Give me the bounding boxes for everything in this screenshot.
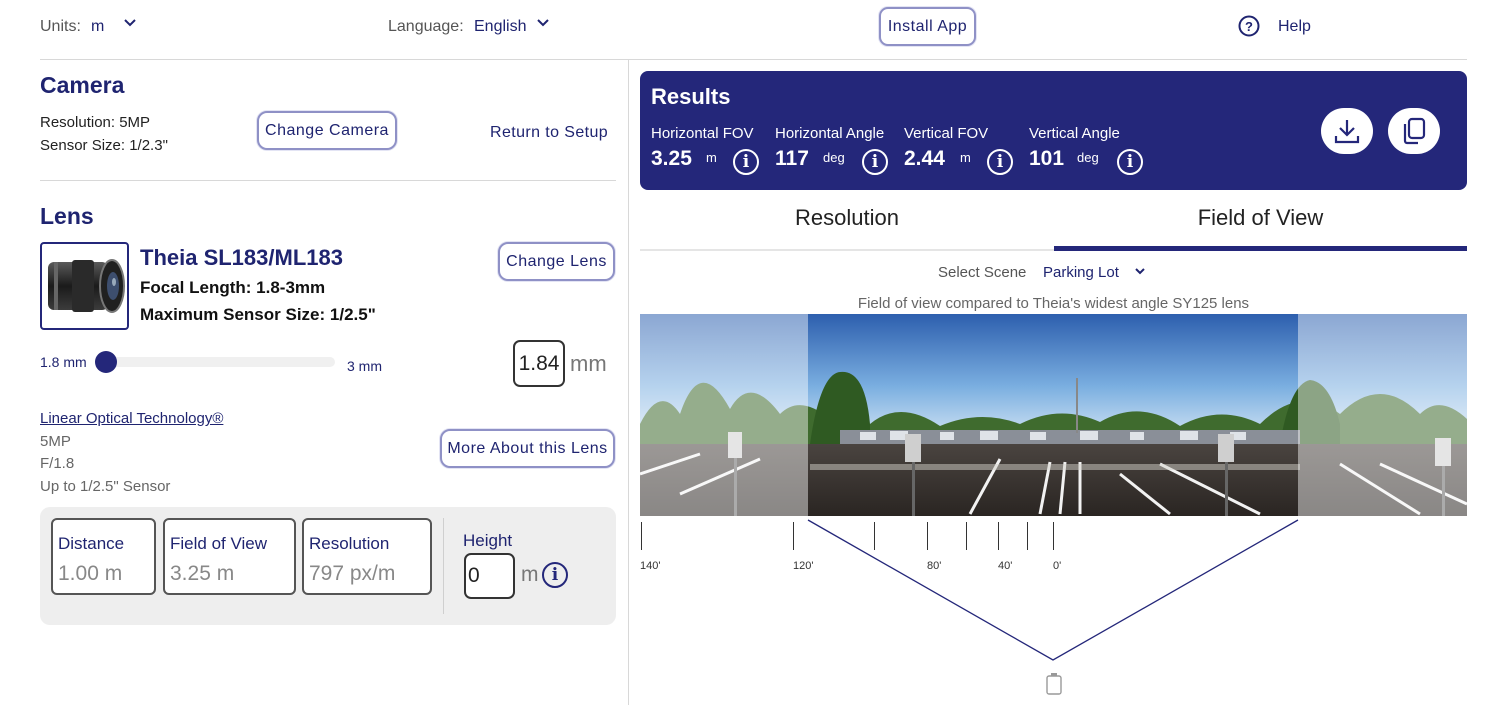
units-label: Units: <box>40 18 81 35</box>
tab-active-indicator <box>1054 246 1467 251</box>
slider-max-label: 3 mm <box>347 358 382 374</box>
chevron-down-icon[interactable] <box>123 15 137 34</box>
svg-text:?: ? <box>1245 19 1253 34</box>
distance-ruler: 140' 120' 80' 40' 0' <box>640 516 1467 705</box>
chevron-down-icon[interactable] <box>1133 264 1147 283</box>
lens-spec-aperture: F/1.8 <box>40 455 75 472</box>
slider-min-label: 1.8 mm <box>40 354 87 370</box>
horizontal-fov-label: Horizontal FOV <box>651 125 754 142</box>
vertical-angle-unit: deg <box>1077 150 1099 165</box>
install-app-button[interactable]: Install App <box>879 7 976 46</box>
stats-divider <box>443 518 444 614</box>
change-camera-button[interactable]: Change Camera <box>257 111 397 150</box>
scene-caption: Field of view compared to Theia's widest… <box>857 295 1250 312</box>
tab-underline <box>640 249 1054 251</box>
horizontal-fov-value: 3.25 <box>651 147 692 170</box>
language-label: Language: <box>388 18 464 35</box>
lens-spec-resolution: 5MP <box>40 433 71 450</box>
resolution-value: 797 px/m <box>309 562 396 585</box>
scene-image <box>640 314 1467 516</box>
units-value: m <box>91 18 105 35</box>
help-icon[interactable]: ? <box>1238 15 1260 42</box>
lens-focal-length: Focal Length: 1.8-3mm <box>140 278 326 297</box>
focal-length-unit: mm <box>570 351 607 376</box>
horizontal-fov-unit: m <box>706 150 717 165</box>
results-title: Results <box>651 84 731 109</box>
info-icon[interactable]: i <box>542 562 568 588</box>
height-unit: m <box>521 563 539 586</box>
distance-box[interactable]: Distance 1.00 m <box>51 518 156 595</box>
tab-resolution[interactable]: Resolution <box>640 205 1054 231</box>
scene-select[interactable]: Parking Lot <box>1043 264 1119 281</box>
horizontal-angle-label: Horizontal Angle <box>775 125 885 142</box>
field-of-view-value: 3.25 m <box>170 562 235 585</box>
vertical-fov-value: 2.44 <box>904 147 945 170</box>
vertical-fov-unit: m <box>960 150 971 165</box>
field-of-view-label: Field of View <box>170 534 268 553</box>
lens-name: Theia SL183/ML183 <box>140 245 343 270</box>
results-panel: Results Horizontal FOV 3.25 m i Horizont… <box>640 71 1467 190</box>
lens-max-sensor: Maximum Sensor Size: 1/2.5" <box>140 305 376 324</box>
units-select[interactable]: m <box>91 18 104 36</box>
return-to-setup-link[interactable]: Return to Setup <box>490 124 608 142</box>
focal-length-slider[interactable] <box>95 351 335 373</box>
focal-length-input[interactable]: 1.84 <box>513 340 565 387</box>
chevron-down-icon[interactable] <box>536 15 550 34</box>
more-about-lens-button[interactable]: More About this Lens <box>440 429 615 468</box>
horizontal-angle-value: 117 <box>775 147 809 170</box>
info-icon[interactable]: i <box>987 149 1013 175</box>
camera-heading: Camera <box>40 72 125 98</box>
vertical-angle-label: Vertical Angle <box>1029 125 1120 142</box>
linear-optical-technology-link[interactable]: Linear Optical Technology® <box>40 410 223 427</box>
resolution-box[interactable]: Resolution 797 px/m <box>302 518 432 595</box>
info-icon[interactable]: i <box>733 149 759 175</box>
copy-icon <box>1403 117 1426 145</box>
help-link[interactable]: Help <box>1278 18 1311 36</box>
select-scene-label: Select Scene <box>938 264 1027 281</box>
copy-button[interactable] <box>1388 108 1440 154</box>
camera-icon <box>1046 673 1062 695</box>
download-button[interactable] <box>1321 108 1373 154</box>
slider-handle[interactable] <box>95 351 117 373</box>
distance-value: 1.00 m <box>58 562 123 585</box>
lens-image <box>40 242 129 330</box>
field-of-view-box[interactable]: Field of View 3.25 m <box>163 518 296 595</box>
language-select[interactable]: English <box>474 18 526 36</box>
camera-divider <box>40 180 616 181</box>
distance-label: Distance <box>58 534 125 553</box>
lens-spec-sensor: Up to 1/2.5" Sensor <box>40 478 171 495</box>
info-icon[interactable]: i <box>862 149 888 175</box>
height-label: Height <box>463 531 513 550</box>
change-lens-button[interactable]: Change Lens <box>498 242 615 281</box>
lens-heading: Lens <box>40 203 94 229</box>
top-divider <box>40 59 1467 60</box>
horizontal-angle-unit: deg <box>823 150 845 165</box>
vertical-angle-value: 101 <box>1029 147 1065 170</box>
info-icon[interactable]: i <box>1117 149 1143 175</box>
camera-resolution: Resolution: 5MP <box>40 114 151 131</box>
height-input[interactable]: 0 <box>464 553 515 599</box>
tab-field-of-view[interactable]: Field of View <box>1054 205 1467 231</box>
column-divider <box>628 60 629 705</box>
stats-panel: Distance 1.00 m Field of View 3.25 m Res… <box>40 507 616 625</box>
vertical-fov-label: Vertical FOV <box>904 125 989 142</box>
resolution-label: Resolution <box>309 534 390 553</box>
download-icon <box>1334 120 1360 144</box>
camera-sensor-size: Sensor Size: 1/2.3" <box>40 137 168 154</box>
